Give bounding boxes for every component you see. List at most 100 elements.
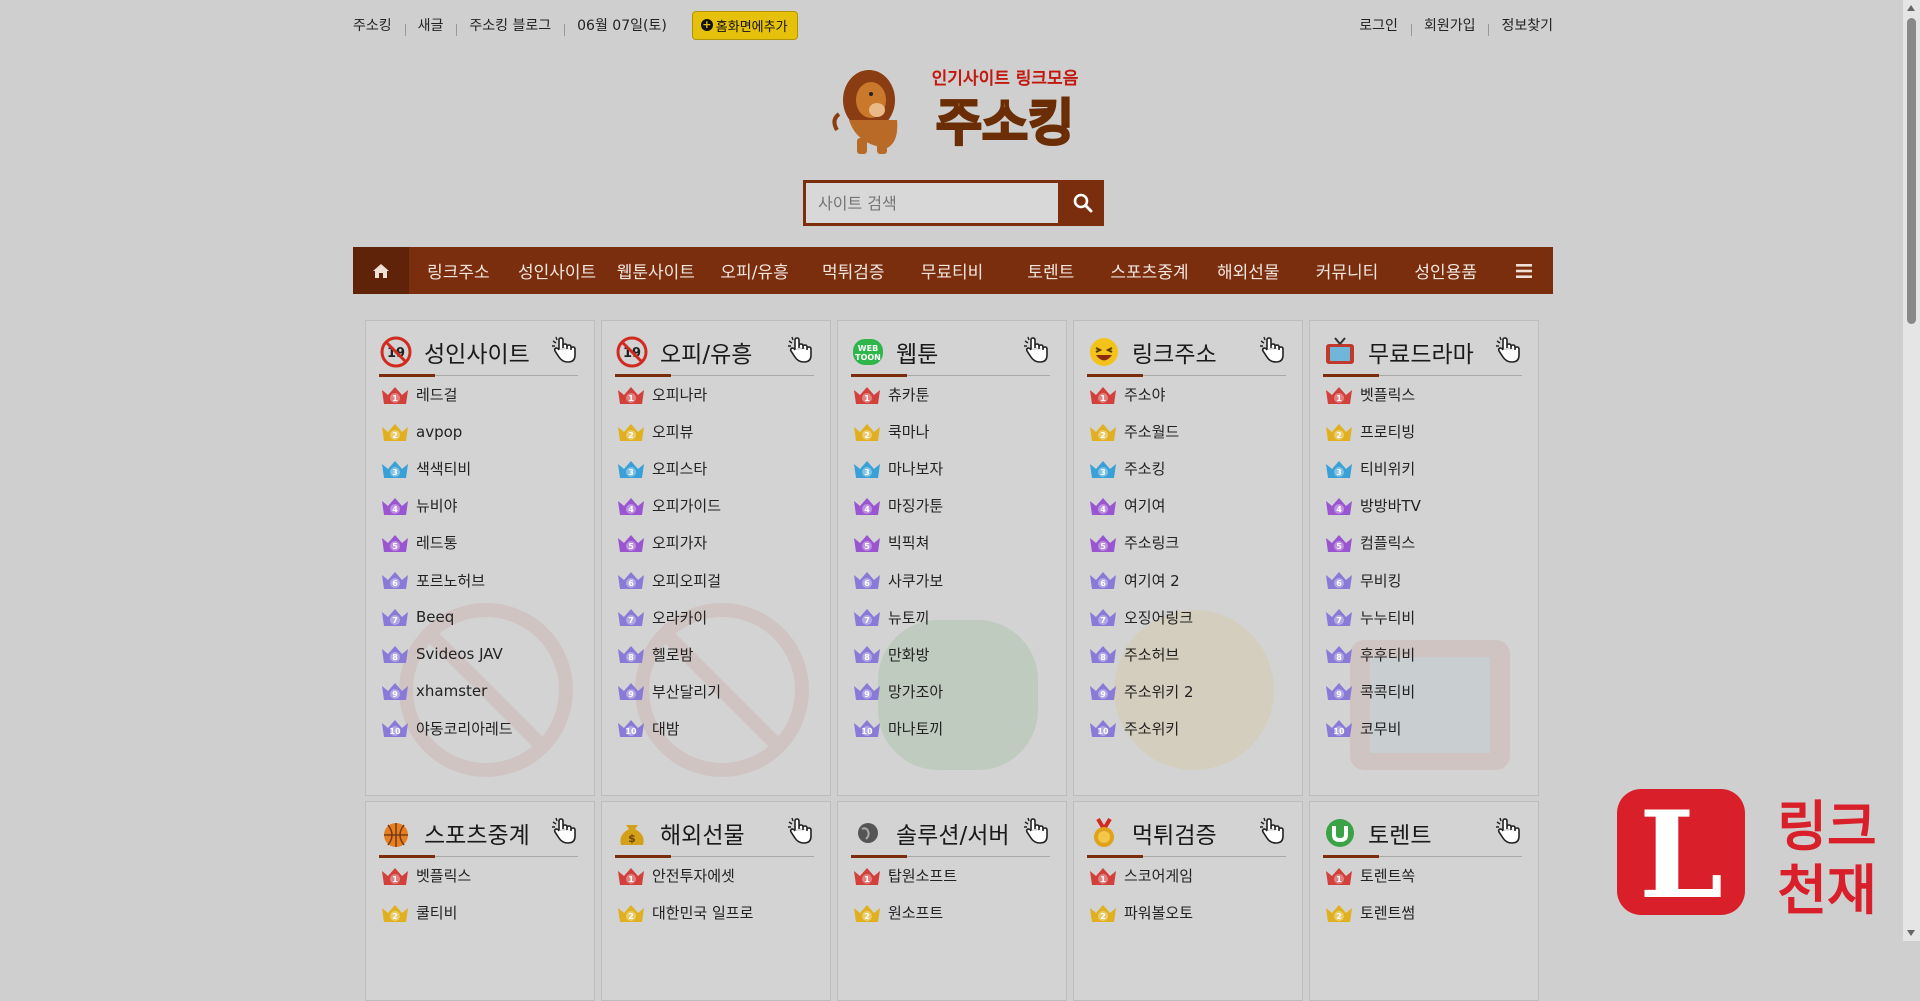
- search-button[interactable]: [1061, 180, 1104, 226]
- site-name[interactable]: 레드걸: [416, 384, 457, 405]
- card-title[interactable]: 웹툰: [896, 335, 938, 369]
- site-list-item[interactable]: 3 색색티비: [366, 450, 594, 487]
- card-header[interactable]: 먹튀검증: [1074, 802, 1302, 858]
- nav-futures[interactable]: 해외선물: [1199, 247, 1298, 294]
- site-name[interactable]: 주소월드: [1124, 421, 1179, 442]
- site-name[interactable]: 오피가이드: [652, 495, 721, 516]
- site-list-item[interactable]: 8 주소허브: [1074, 636, 1302, 673]
- card-title[interactable]: 성인사이트: [424, 335, 530, 369]
- site-list-item[interactable]: 1 벳플릭스: [366, 857, 594, 894]
- site-name[interactable]: 사쿠가보: [888, 570, 943, 591]
- site-list-item[interactable]: 4 방방바TV: [1310, 487, 1538, 524]
- link-genius-badge[interactable]: L 링크 천재: [1617, 785, 1897, 926]
- card-title[interactable]: 링크주소: [1132, 335, 1217, 369]
- site-list-item[interactable]: 2 주소월드: [1074, 413, 1302, 450]
- scrollbar-thumb[interactable]: [1907, 18, 1916, 324]
- site-name[interactable]: 뉴토끼: [888, 607, 929, 628]
- site-name[interactable]: 벳플릭스: [1360, 384, 1415, 405]
- site-list-item[interactable]: 9 xhamster: [366, 673, 594, 710]
- site-list-item[interactable]: 1 오피나라: [602, 376, 830, 413]
- site-name[interactable]: Svideos JAV: [416, 645, 503, 663]
- card-title[interactable]: 먹튀검증: [1132, 816, 1217, 850]
- site-list-item[interactable]: 2 쿨티비: [366, 894, 594, 931]
- site-list-item[interactable]: 1 주소야: [1074, 376, 1302, 413]
- site-list-item[interactable]: 3 마나보자: [838, 450, 1066, 487]
- nav-menu-button[interactable]: [1495, 247, 1553, 294]
- nav-adult-goods[interactable]: 성인용품: [1396, 247, 1495, 294]
- site-list-item[interactable]: 2 토렌트썸: [1310, 894, 1538, 931]
- site-name[interactable]: 헬로밤: [652, 644, 693, 665]
- site-name[interactable]: 오피스타: [652, 458, 707, 479]
- site-list-item[interactable]: 4 여기여: [1074, 487, 1302, 524]
- site-name[interactable]: 마나보자: [888, 458, 943, 479]
- site-name[interactable]: 츄카툰: [888, 384, 929, 405]
- site-list-item[interactable]: 10 마나토끼: [838, 710, 1066, 747]
- card-title[interactable]: 토렌트: [1368, 816, 1431, 850]
- site-logo[interactable]: 인기사이트 링크모음 주소킹: [827, 60, 1083, 156]
- site-list-item[interactable]: 6 무비킹: [1310, 561, 1538, 598]
- card-title[interactable]: 솔루션/서버: [896, 816, 1010, 850]
- site-name[interactable]: 오라카이: [652, 607, 707, 628]
- site-name[interactable]: 토렌트썸: [1360, 902, 1415, 923]
- site-list-item[interactable]: 4 오피가이드: [602, 487, 830, 524]
- nav-sports[interactable]: 스포츠중계: [1100, 247, 1199, 294]
- site-name[interactable]: 만화방: [888, 644, 929, 665]
- site-name[interactable]: 콕콕티비: [1360, 681, 1415, 702]
- card-header[interactable]: 솔루션/서버: [838, 802, 1066, 858]
- top-link-home[interactable]: 주소킹: [353, 15, 405, 35]
- site-list-item[interactable]: 6 포르노허브: [366, 561, 594, 598]
- site-list-item[interactable]: 1 레드걸: [366, 376, 594, 413]
- nav-opi[interactable]: 오피/유흥: [705, 247, 804, 294]
- site-name[interactable]: 프로티빙: [1360, 421, 1415, 442]
- site-list-item[interactable]: 7 뉴토끼: [838, 599, 1066, 636]
- site-name[interactable]: 야동코리아레드: [416, 718, 513, 739]
- site-list-item[interactable]: 1 안전투자에셋: [602, 857, 830, 894]
- site-name[interactable]: 오피나라: [652, 384, 707, 405]
- site-list-item[interactable]: 1 츄카툰: [838, 376, 1066, 413]
- site-list-item[interactable]: 9 콕콕티비: [1310, 673, 1538, 710]
- site-name[interactable]: 주소링크: [1124, 532, 1179, 553]
- site-name[interactable]: 벳플릭스: [416, 865, 471, 886]
- site-name[interactable]: xhamster: [416, 682, 487, 700]
- card-header[interactable]: 링크주소: [1074, 321, 1302, 377]
- site-list-item[interactable]: 1 벳플릭스: [1310, 376, 1538, 413]
- site-name[interactable]: 누누티비: [1360, 607, 1415, 628]
- site-name[interactable]: 방방바TV: [1360, 495, 1421, 516]
- site-name[interactable]: 원소프트: [888, 902, 943, 923]
- scrollbar[interactable]: [1903, 0, 1920, 941]
- nav-link-address[interactable]: 링크주소: [409, 247, 508, 294]
- site-name[interactable]: 포르노허브: [416, 570, 485, 591]
- site-list-item[interactable]: 2 대한민국 일프로: [602, 894, 830, 931]
- site-list-item[interactable]: 2 파워볼오토: [1074, 894, 1302, 931]
- site-name[interactable]: 오피뷰: [652, 421, 693, 442]
- site-name[interactable]: 오징어링크: [1124, 607, 1193, 628]
- find-info-link[interactable]: 정보찾기: [1488, 15, 1553, 36]
- site-list-item[interactable]: 2 avpop: [366, 413, 594, 450]
- card-header[interactable]: 무료드라마: [1310, 321, 1538, 377]
- nav-verification[interactable]: 먹튀검증: [804, 247, 903, 294]
- site-list-item[interactable]: 9 망가조아: [838, 673, 1066, 710]
- nav-webtoon-sites[interactable]: 웹툰사이트: [606, 247, 705, 294]
- site-list-item[interactable]: 1 토렌트쏙: [1310, 857, 1538, 894]
- site-list-item[interactable]: 1 탑원소프트: [838, 857, 1066, 894]
- site-list-item[interactable]: 2 오피뷰: [602, 413, 830, 450]
- site-name[interactable]: 주소위키: [1124, 718, 1179, 739]
- site-list-item[interactable]: 3 주소킹: [1074, 450, 1302, 487]
- site-list-item[interactable]: 6 사쿠가보: [838, 561, 1066, 598]
- card-title[interactable]: 스포츠중계: [424, 816, 530, 850]
- site-name[interactable]: 오피오피걸: [652, 570, 721, 591]
- site-name[interactable]: 색색티비: [416, 458, 471, 479]
- site-list-item[interactable]: 2 원소프트: [838, 894, 1066, 931]
- site-list-item[interactable]: 6 여기여 2: [1074, 561, 1302, 598]
- site-list-item[interactable]: 3 오피스타: [602, 450, 830, 487]
- site-name[interactable]: 쿡마나: [888, 421, 929, 442]
- scroll-up-arrow-icon[interactable]: [1907, 5, 1915, 11]
- card-header[interactable]: 19 성인사이트: [366, 321, 594, 377]
- site-name[interactable]: 뉴비야: [416, 495, 457, 516]
- site-list-item[interactable]: 10 주소위키: [1074, 710, 1302, 747]
- site-name[interactable]: 마징가툰: [888, 495, 943, 516]
- site-name[interactable]: 무비킹: [1360, 570, 1401, 591]
- site-list-item[interactable]: 10 대밤: [602, 710, 830, 747]
- site-name[interactable]: Beeq: [416, 608, 454, 626]
- site-list-item[interactable]: 5 빅픽쳐: [838, 524, 1066, 561]
